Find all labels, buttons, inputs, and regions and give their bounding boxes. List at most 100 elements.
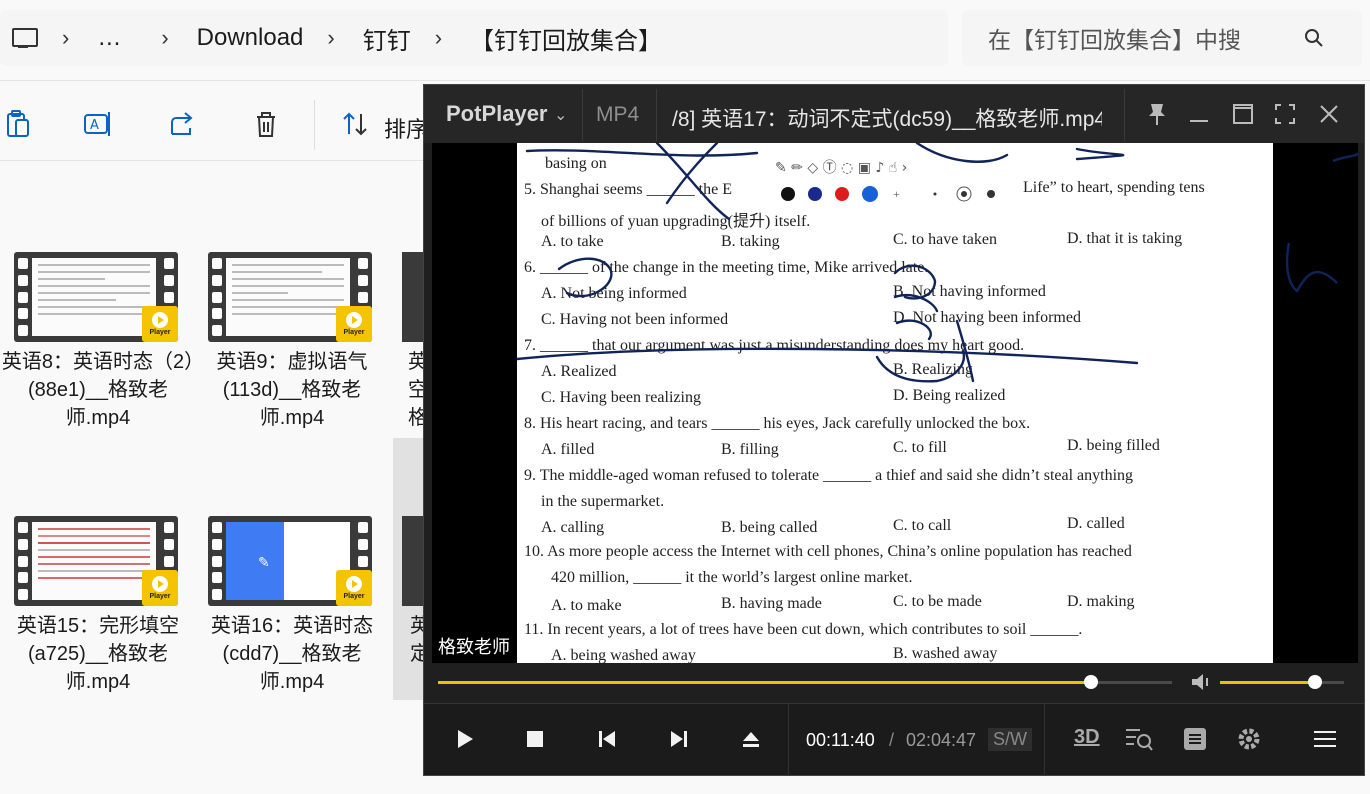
option: A. Not being informed	[541, 285, 687, 302]
settings-gear-icon[interactable]	[1234, 724, 1264, 754]
volume-handle[interactable]	[1308, 675, 1323, 689]
menu-icon[interactable]	[1310, 724, 1340, 754]
option: B. having made	[721, 595, 822, 612]
option: B. Not having informed	[893, 283, 1046, 300]
video-thumbnail[interactable]: Player	[14, 516, 178, 606]
divider	[0, 160, 430, 161]
file-item[interactable]: Player 英语15：完形填空(a725)__格致老师.mp4	[0, 516, 180, 696]
delete-icon[interactable]	[250, 108, 282, 140]
video-thumbnail[interactable]: Player	[208, 252, 372, 342]
this-pc-icon[interactable]	[10, 26, 38, 50]
volume-slider[interactable]	[1220, 675, 1344, 689]
chevron-right-icon: ›	[161, 25, 169, 50]
time-separator: /	[889, 730, 895, 750]
search-input[interactable]: 在【钉钉回放集合】中搜	[962, 10, 1362, 66]
annotation-toolbar[interactable]: ✎ ✏ ◇ Ⓣ ◌ ▣ ♪ ☝ ›	[775, 157, 907, 177]
minimize-icon[interactable]	[1184, 99, 1214, 129]
maximize-icon[interactable]	[1228, 99, 1258, 129]
chevron-right-icon: ›	[62, 25, 70, 50]
breadcrumb-current-folder[interactable]: 【钉钉回放集合】	[470, 21, 662, 56]
file-item[interactable]: Player 英语9：虚拟语气(113d)__格致老师.mp4	[194, 252, 374, 432]
stop-icon[interactable]	[520, 724, 550, 754]
file-name[interactable]: 英语8：英语时态（2）(88e1)__格致老师.mp4	[0, 348, 196, 432]
player-badge-icon: Player	[336, 570, 372, 606]
potplayer-logo[interactable]: PotPlayer	[446, 101, 548, 127]
breadcrumb-dingtalk[interactable]: 钉钉	[363, 21, 411, 56]
file-name[interactable]: 英语16：英语时态(cdd7)__格致老师.mp4	[194, 612, 390, 696]
file-name[interactable]: 英语15：完形填空(a725)__格致老师.mp4	[0, 612, 196, 696]
volume-icon[interactable]	[1189, 671, 1213, 693]
share-icon[interactable]	[166, 108, 198, 140]
playlist-icon[interactable]	[1180, 724, 1210, 754]
color-palette[interactable]: +	[779, 185, 1009, 207]
play-icon[interactable]	[450, 724, 480, 754]
divider	[788, 704, 789, 776]
3d-button[interactable]: 3D	[1074, 726, 1100, 749]
pen-icon[interactable]: ✎ ✏ ◇ Ⓣ ◌ ▣ ♪ ☝ ›	[775, 160, 907, 176]
option: C. Having not been informed	[541, 311, 729, 328]
option: D. Being realized	[893, 387, 1006, 404]
toolbar-separator	[314, 100, 315, 150]
video-thumbnail[interactable]: Player	[14, 252, 178, 342]
seek-handle[interactable]	[1084, 675, 1099, 689]
close-icon[interactable]	[1314, 99, 1344, 129]
sort-button-label[interactable]: 排序	[384, 112, 428, 144]
eject-icon[interactable]	[736, 724, 766, 754]
worksheet-line: basing on	[545, 155, 607, 172]
previous-icon[interactable]	[592, 724, 622, 754]
command-bar: A 排序	[0, 92, 440, 156]
worksheet-line: in the supermarket.	[541, 493, 665, 510]
worksheet-line: 6. ______ of the change in the meeting t…	[524, 259, 929, 276]
playlist-search-icon[interactable]	[1124, 724, 1154, 754]
option: C. to call	[893, 517, 952, 534]
option: C. to be made	[893, 593, 982, 610]
current-time: 00:11:40	[806, 730, 875, 750]
option: D. being filled	[1067, 437, 1160, 454]
divider	[0, 80, 1370, 81]
divider	[582, 89, 583, 141]
option: B. being called	[721, 519, 818, 536]
worksheet-line: 10. As more people access the Internet w…	[524, 543, 1132, 560]
option: D. that it is taking	[1067, 230, 1183, 247]
rename-icon[interactable]: A	[82, 108, 114, 140]
seek-bar[interactable]	[438, 675, 1172, 689]
paste-icon[interactable]	[2, 108, 34, 140]
worksheet-line: 8. His heart racing, and tears ______ hi…	[524, 415, 1031, 432]
title-bar[interactable]: PotPlayer ⌄ MP4 /8] 英语17：动词不定式(dc59)__格致…	[424, 85, 1364, 143]
worksheet-line: Life” to heart, spending tens	[1023, 179, 1205, 196]
watermark: 格致老师	[438, 637, 510, 657]
film-holes	[18, 522, 28, 600]
video-title: /8] 英语17：动词不定式(dc59)__格致老师.mp4	[672, 108, 1102, 131]
divider	[1124, 89, 1125, 141]
film-holes	[212, 258, 222, 336]
search-icon[interactable]	[1304, 28, 1324, 48]
color-black-swatch	[781, 187, 795, 201]
video-thumbnail-partial[interactable]	[402, 252, 423, 342]
file-name[interactable]: 英语9：虚拟语气(113d)__格致老师.mp4	[194, 348, 390, 432]
breadcrumb-ellipsis[interactable]: …	[97, 24, 121, 52]
file-item[interactable]: Player 英语8：英语时态（2）(88e1)__格致老师.mp4	[0, 252, 194, 432]
video-thumbnail-partial[interactable]	[402, 516, 423, 606]
video-thumbnail[interactable]: ✎ Player	[208, 516, 372, 606]
pin-icon[interactable]	[1142, 99, 1172, 129]
volume-level	[1220, 681, 1316, 684]
next-icon[interactable]	[664, 724, 694, 754]
sort-icon[interactable]	[340, 108, 372, 140]
svg-text:A: A	[90, 118, 99, 133]
breadcrumb-download[interactable]: Download	[197, 24, 304, 52]
fullscreen-icon[interactable]	[1270, 99, 1300, 129]
film-holes	[212, 522, 222, 600]
video-area[interactable]: basing on 5. Shanghai seems ______ the E…	[432, 143, 1358, 663]
thumbnail-frame	[32, 522, 156, 600]
address-bar[interactable]: › … › Download › 钉钉 › 【钉钉回放集合】	[0, 10, 948, 66]
chevron-down-icon[interactable]: ⌄	[554, 105, 567, 125]
search-placeholder: 在【钉钉回放集合】中搜	[988, 27, 1241, 53]
handwriting-overlay	[1285, 152, 1358, 293]
file-item[interactable]: ✎ Player 英语16：英语时态(cdd7)__格致老师.mp4	[194, 516, 374, 696]
color-red-swatch	[835, 187, 849, 201]
sw-codec-button[interactable]: S/W	[988, 728, 1032, 751]
seek-progress	[438, 681, 1092, 684]
option: A. being washed away	[551, 647, 696, 663]
option: C. Having been realizing	[541, 389, 701, 406]
worksheet-line: of billions of yuan upgrading(提升) itself…	[541, 213, 811, 230]
